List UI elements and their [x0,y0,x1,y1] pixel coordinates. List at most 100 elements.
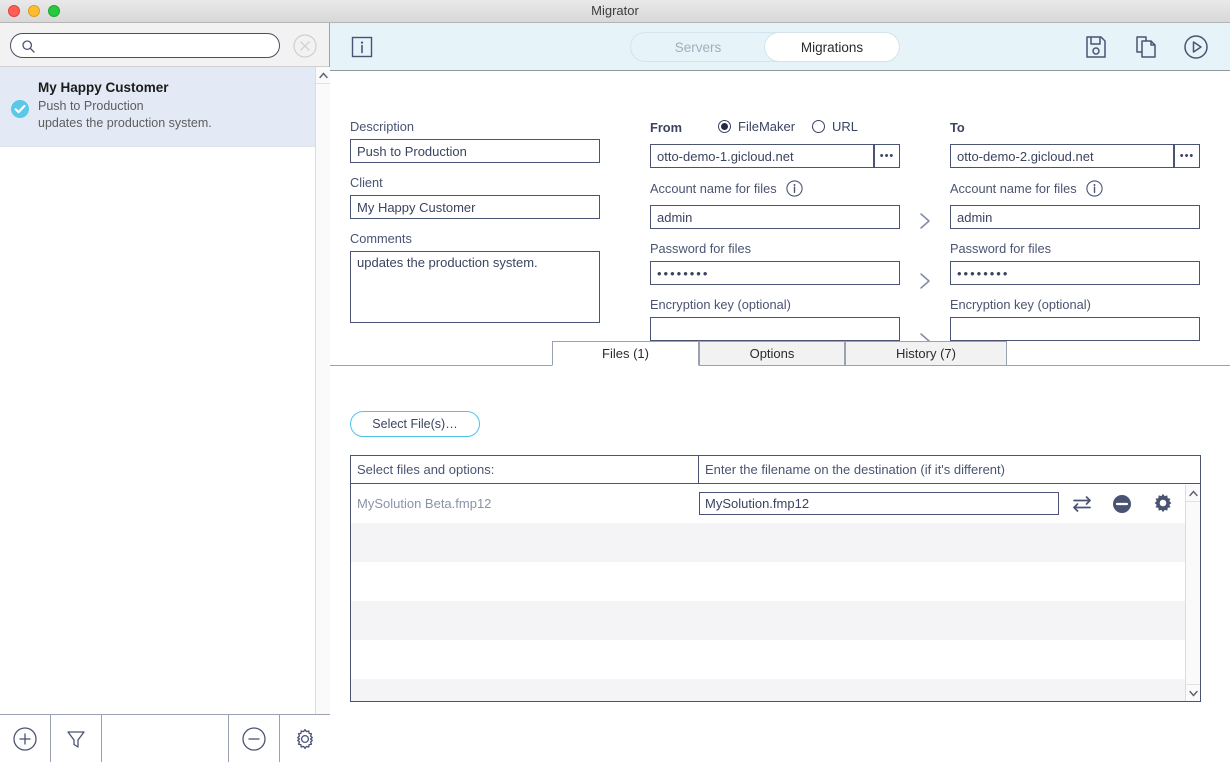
list-item-line3: updates the production system. [38,116,212,130]
from-account-label: Account name for files [650,181,777,196]
copy-pages-icon[interactable] [1132,33,1160,61]
sidebar-bottom-toolbar [0,714,330,762]
client-label: Client [350,175,383,190]
to-heading: To [950,120,965,135]
comments-textarea[interactable]: updates the production system. [350,251,600,323]
to-browse-button[interactable]: ••• [1174,144,1200,168]
tab-options[interactable]: Options [699,341,845,366]
from-heading: From [650,120,682,135]
radio-filemaker-label: FileMaker [738,119,796,134]
search-input[interactable] [41,36,271,56]
toolbar-actions [1082,33,1210,61]
files-panel: Select File(s)… Select files and options… [330,366,1230,762]
description-input[interactable] [350,139,600,163]
panel-tabs: Files (1) Options History (7) [330,341,1230,366]
table-row[interactable]: MySolution Beta.fmp12 [351,484,1200,523]
radio-url-icon[interactable] [812,120,825,133]
to-encryption-input[interactable] [950,317,1200,341]
migration-form: Description Client Comments updates the … [330,71,1230,361]
to-account-label-wrap: Account name for files [950,180,1200,201]
files-table-body: MySolution Beta.fmp12 [351,484,1200,701]
search-bar [0,23,329,67]
chevron-right-icon [916,210,934,232]
from-browse-button[interactable]: ••• [874,144,900,168]
from-source-url[interactable]: URL [812,119,858,134]
from-account-input[interactable] [650,205,900,229]
list-item-line2: Push to Production [38,99,144,113]
tab-servers[interactable]: Servers [631,33,765,61]
from-encryption-label: Encryption key (optional) [650,297,791,312]
description-label: Description [350,119,415,134]
view-segmented-control[interactable]: Servers Migrations [630,32,900,62]
radio-filemaker-icon[interactable] [718,120,731,133]
app-window: Migrator My Happy Customer Push to Produ… [0,0,1230,762]
tab-history[interactable]: History (7) [845,341,1007,366]
to-password-label: Password for files [950,241,1051,256]
migration-list[interactable]: My Happy Customer Push to Production upd… [0,67,315,737]
table-row-empty[interactable] [351,640,1200,679]
remove-circle-icon[interactable] [1111,493,1133,520]
from-browse-label: ••• [879,150,895,162]
tab-migrations[interactable]: Migrations [765,33,899,61]
to-column: To ••• Account name for files [950,119,1200,341]
filter-button[interactable] [51,715,101,762]
files-table-header: Select files and options: Enter the file… [351,456,1200,484]
column-header-source: Select files and options: [351,456,699,483]
chevron-right-icon [916,270,934,292]
table-row-empty[interactable] [351,679,1200,701]
swap-arrows-icon[interactable] [1071,493,1093,520]
remove-button[interactable] [229,715,279,762]
to-password-input[interactable] [950,261,1200,285]
to-account-label: Account name for files [950,181,1077,196]
play-circle-icon[interactable] [1182,33,1210,61]
gear-icon[interactable] [1151,492,1175,521]
row-actions [1071,492,1175,521]
from-host-input[interactable] [650,144,874,168]
search-icon [21,39,36,54]
from-column: From FileMaker URL ••• [650,119,900,341]
sidebar-scrollbar[interactable] [315,67,331,737]
title-bar: Migrator [0,0,1230,23]
check-circle-icon [10,99,30,119]
info-circle-icon[interactable] [786,180,803,201]
list-item[interactable]: My Happy Customer Push to Production upd… [0,67,315,147]
source-filename: MySolution Beta.fmp12 [357,496,492,511]
to-host-input[interactable] [950,144,1174,168]
sidebar: My Happy Customer Push to Production upd… [0,23,331,762]
main-pane: Servers Migrations Description Push to P… [330,23,1230,762]
to-browse-label: ••• [1179,150,1195,162]
info-circle-icon[interactable] [1086,180,1103,201]
comments-label: Comments [350,231,412,246]
table-row-empty[interactable] [351,601,1200,640]
search-field[interactable] [10,33,280,58]
info-box-icon[interactable] [350,35,374,59]
list-item-title: My Happy Customer [38,80,169,95]
table-row-empty[interactable] [351,562,1200,601]
from-password-label: Password for files [650,241,751,256]
chevron-up-icon[interactable] [1186,485,1200,502]
destination-filename-input[interactable] [699,492,1059,515]
from-source-filemaker[interactable]: FileMaker [718,119,795,134]
column-header-destination: Enter the filename on the destination (i… [705,462,1005,477]
files-table-scrollbar[interactable] [1185,485,1200,701]
tab-files[interactable]: Files (1) [552,341,699,366]
chevron-up-icon[interactable] [316,67,331,84]
add-button[interactable] [0,715,50,762]
to-account-input[interactable] [950,205,1200,229]
from-account-label-wrap: Account name for files [650,180,900,201]
chevron-down-icon[interactable] [1186,684,1200,701]
settings-button[interactable] [280,715,330,762]
select-files-button[interactable]: Select File(s)… [350,411,480,437]
from-password-input[interactable] [650,261,900,285]
to-encryption-label: Encryption key (optional) [950,297,1091,312]
window-title: Migrator [591,3,639,18]
floppy-save-icon[interactable] [1082,33,1110,61]
main-toolbar: Servers Migrations [330,23,1230,71]
files-table: Select files and options: Enter the file… [350,455,1201,702]
table-row-empty[interactable] [351,523,1200,562]
description-column: Description Client Comments updates the … [350,119,600,323]
from-encryption-input[interactable] [650,317,900,341]
clear-search-icon[interactable] [293,34,317,58]
client-input[interactable] [350,195,600,219]
